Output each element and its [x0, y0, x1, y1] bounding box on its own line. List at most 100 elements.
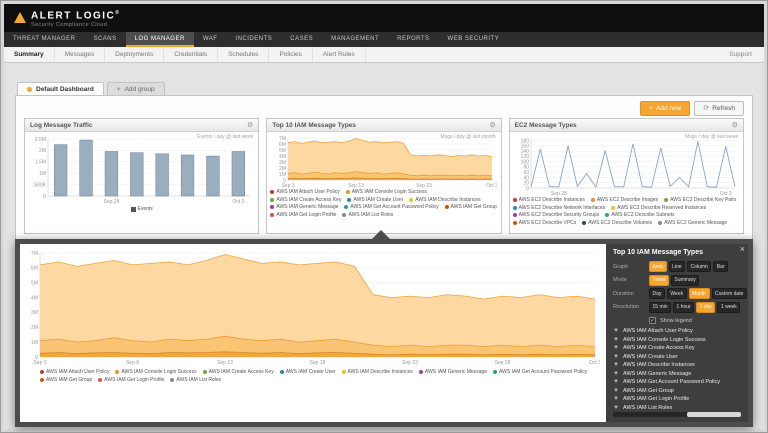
series-item-aws-iam-console-login-success[interactable]: +AWS IAM Console Login Success [613, 336, 741, 345]
close-icon[interactable]: × [740, 245, 745, 254]
mode-trend-button[interactable]: Trend [649, 275, 669, 286]
legend-label: AWS IAM Create User [353, 197, 403, 204]
secondary-nav-items: SummaryMessagesDeploymentsCredentialsSch… [4, 47, 366, 62]
subnav-item-alert-rules[interactable]: Alert Rules [313, 47, 366, 62]
nav-item-threat-manager[interactable]: THREAT MANAGER [4, 32, 84, 47]
series-item-aws-iam-get-login-profile[interactable]: +AWS IAM Get Login Profile [613, 395, 741, 404]
alert-logic-logo: ALERT LOGIC® Security Compliance Cloud [14, 8, 119, 27]
tab-add-group[interactable]: + Add group [107, 82, 165, 96]
legend-dot-icon [513, 221, 517, 225]
series-label: AWS IAM Generic Message [623, 371, 691, 378]
legend-dot-icon [342, 213, 346, 217]
legend-label: AWS EC2 Describe Reserved Instances [617, 205, 706, 212]
plus-icon: + [613, 328, 619, 335]
legend-dot-icon [270, 198, 274, 202]
add-new-button[interactable]: + Add new [640, 101, 690, 116]
legend-item-aws-iam-create-access-key: AWS IAM Create Access Key [270, 197, 341, 204]
legend-dot-icon [270, 190, 274, 194]
show-legend-checkbox[interactable]: ✓ [649, 317, 656, 324]
resolution-15-min-button[interactable]: 15 min [649, 302, 671, 313]
subnav-item-schedules[interactable]: Schedules [218, 47, 269, 62]
nav-item-log-manager[interactable]: LOG MANAGER [126, 32, 194, 47]
series-item-aws-iam-generic-message[interactable]: +AWS IAM Generic Message [613, 370, 741, 379]
svg-text:Sep 18: Sep 18 [310, 360, 326, 366]
graph-bar-button[interactable]: Bar [713, 261, 728, 272]
legend-item-aws-iam-get-account-password-policy: AWS IAM Get Account Password Policy [344, 204, 438, 211]
nav-item-management[interactable]: MANAGEMENT [322, 32, 388, 47]
gear-icon[interactable]: ⚙ [732, 121, 738, 129]
legend-label: AWS EC2 Describe Subnets [611, 212, 674, 219]
legend-label: AWS IAM List Roles [348, 212, 393, 219]
nav-item-waf[interactable]: WAF [194, 32, 227, 47]
legend-item-aws-iam-get-group: AWS IAM Get Group [445, 204, 497, 211]
graph-line-button[interactable]: Line [669, 261, 685, 272]
nav-item-reports[interactable]: REPORTS [388, 32, 438, 47]
legend-item-aws-iam-create-user: AWS IAM Create User [347, 197, 403, 204]
legend-item-aws-iam-describe-instances: AWS IAM Describe Instances [342, 369, 413, 376]
panel-log-message-traffic: Log Message Traffic ⚙ Events / day @ las… [24, 118, 259, 234]
legend-dot-icon [409, 198, 413, 202]
gear-icon[interactable]: ⚙ [489, 121, 495, 129]
nav-item-incidents[interactable]: INCIDENTS [226, 32, 281, 47]
legend-item-aws-iam-generic-message: AWS IAM Generic Message [419, 369, 487, 376]
graph-column-button[interactable]: Column [687, 261, 711, 272]
series-item-aws-iam-create-access-key[interactable]: +AWS IAM Create Access Key [613, 344, 741, 353]
duration-month-button[interactable]: Month [689, 288, 710, 299]
tab-default-dashboard[interactable]: Default Dashboard [17, 82, 104, 96]
graph-area-button[interactable]: Area [649, 261, 667, 272]
iam-detail-area-chart[interactable]: 01M2M3M4M5M6M7MSep 3Sep 8Sep 13Sep 18Sep… [22, 248, 600, 366]
refresh-button[interactable]: ⟳ Refresh [694, 101, 744, 116]
subnav-item-deployments[interactable]: Deployments [105, 47, 164, 62]
svg-text:Sep 23: Sep 23 [402, 360, 418, 366]
subnav-item-messages[interactable]: Messages [55, 47, 106, 62]
plus-icon: + [613, 388, 619, 395]
panel-title: Top 10 IAM Message Types [272, 122, 356, 129]
series-item-aws-iam-get-account-password-policy[interactable]: +AWS IAM Get Account Password Policy [613, 378, 741, 387]
legend-item-aws-ec2-generic-message: AWS EC2 Generic Message [658, 220, 727, 227]
subnav-item-policies[interactable]: Policies [269, 47, 312, 62]
series-item-aws-iam-create-user[interactable]: +AWS IAM Create User [613, 353, 741, 362]
legend-item-aws-iam-console-login-success: AWS IAM Console Login Success [346, 189, 427, 196]
subnav-item-credentials[interactable]: Credentials [164, 47, 218, 62]
svg-text:4M: 4M [31, 295, 38, 301]
nav-item-scans[interactable]: SCANS [84, 32, 125, 47]
support-link[interactable]: Support [717, 47, 764, 62]
duration-custom-date-button[interactable]: Custom date [712, 288, 747, 299]
mode-summary-button[interactable]: Summary [671, 275, 699, 286]
control-options: DayWeekMonthCustom date [649, 288, 747, 299]
svg-text:160: 160 [520, 144, 529, 150]
resolution-1-day-button[interactable]: 1 day [696, 302, 715, 313]
svg-text:3M: 3M [279, 160, 286, 166]
series-item-aws-iam-list-roles[interactable]: +AWS IAM List Roles [613, 404, 741, 411]
svg-text:2M: 2M [39, 148, 46, 154]
svg-text:Sep 28: Sep 28 [104, 199, 120, 205]
series-label: AWS IAM List Roles [623, 405, 672, 411]
subnav-item-summary[interactable]: Summary [4, 47, 55, 62]
ec2-line-chart[interactable]: 020406080100120140160180Sep 28Oct 3 [513, 133, 740, 197]
series-label: AWS IAM Create User [623, 354, 678, 361]
series-item-aws-iam-describe-instances[interactable]: +AWS IAM Describe Instances [613, 361, 741, 370]
gear-icon[interactable]: ⚙ [247, 121, 253, 129]
legend-dot-icon [203, 370, 207, 374]
brand-triangle-icon [14, 12, 26, 23]
series-label: AWS IAM Attach User Policy [623, 328, 693, 335]
duration-day-button[interactable]: Day [649, 288, 665, 299]
sidebar-scrollbar[interactable] [613, 412, 741, 417]
svg-text:2M: 2M [279, 166, 286, 172]
control-label: Duration [613, 291, 649, 297]
iam-legend: AWS IAM Attach User PolicyAWS IAM Consol… [270, 189, 497, 218]
series-item-aws-iam-get-group[interactable]: +AWS IAM Get Group [613, 387, 741, 396]
series-item-aws-iam-attach-user-policy[interactable]: + AWS IAM Attach User Policy [613, 327, 741, 336]
iam-area-chart[interactable]: 01M2M3M4M5M6M7MSep 3Sep 13Sep 23Oct 3 [270, 133, 497, 189]
scrollbar-thumb[interactable] [687, 412, 741, 417]
resolution-1-week-button[interactable]: 1 week [717, 302, 740, 313]
log-traffic-bar-chart[interactable]: 0500K1M1.5M2M2.5MSep 28Oct 3 [28, 133, 255, 205]
legend-dot-icon [98, 378, 102, 382]
refresh-icon: ⟳ [703, 105, 709, 112]
nav-item-web-security[interactable]: WEB SECURITY [439, 32, 509, 47]
duration-week-button[interactable]: Week [667, 288, 687, 299]
nav-item-cases[interactable]: CASES [281, 32, 322, 47]
resolution-1-hour-button[interactable]: 1 hour [673, 302, 694, 313]
show-legend-row: ✓ Show legend [649, 317, 741, 324]
series-label: AWS IAM Console Login Success [623, 337, 706, 344]
